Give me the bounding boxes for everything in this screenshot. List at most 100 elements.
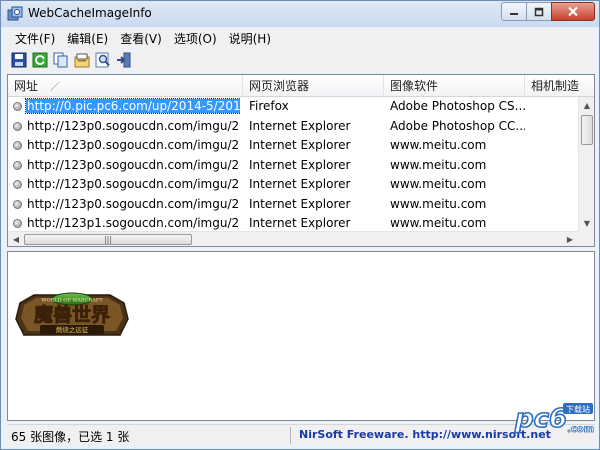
cell-software: www.meitu.com (390, 177, 487, 191)
item-bullet-icon (13, 102, 22, 111)
refresh-icon (32, 52, 48, 68)
item-bullet-icon (13, 160, 22, 170)
menu-options[interactable]: 选项(O) (168, 30, 223, 47)
cell-software: www.meitu.com (390, 216, 487, 230)
cell-browser: Internet Explorer (249, 177, 351, 191)
cell-url: http://123p0.sogoucdn.com/imgu/20... (27, 177, 240, 191)
sort-arrow-icon: ／ (50, 82, 61, 93)
scroll-left-icon[interactable]: ◀ (9, 232, 23, 246)
app-window: WebCacheImageInfo 文件(F) 编辑(E) 查看(V) 选项(O… (0, 0, 600, 450)
column-header-url[interactable]: 网址 ／ (8, 75, 243, 97)
status-bar: 65 张图像，已选 1 张 NirSoft Freeware. http://w… (7, 424, 595, 445)
app-icon (7, 6, 23, 21)
cell-browser: Firefox (249, 99, 289, 113)
pc6-watermark-logo: pc6 下载站 .com (513, 403, 594, 435)
item-bullet-icon (13, 180, 22, 189)
logo-sub-text: 燃烧之远征 (56, 325, 89, 334)
cell-url: http://123p0.sogoucdn.com/imgu/20... (27, 118, 240, 133)
table-row[interactable]: http://123p0.sogoucdn.com/imgu/20... Int… (8, 117, 578, 137)
column-header-software[interactable]: 图像软件 (384, 75, 525, 97)
maximize-button[interactable] (526, 2, 552, 21)
cell-camera (528, 156, 578, 176)
horizontal-scroll-thumb[interactable]: ||| (24, 234, 192, 245)
properties-icon (74, 53, 90, 68)
table-row[interactable]: http://123p0.sogoucdn.com/imgu/20... Int… (8, 156, 578, 176)
item-bullet-icon (13, 121, 22, 131)
cell-url: http://123p1.sogoucdn.com/imgu/20... (27, 216, 240, 230)
scroll-right-icon[interactable]: ▶ (563, 232, 577, 246)
menu-help[interactable]: 说明(H) (223, 30, 277, 47)
refresh-button[interactable] (31, 51, 49, 69)
vertical-scroll-thumb[interactable] (581, 115, 593, 145)
minimize-icon (510, 12, 518, 15)
cell-camera (528, 175, 578, 195)
save-button[interactable] (10, 51, 28, 69)
cell-camera (528, 117, 578, 137)
image-list[interactable]: 网址 ／ 网页浏览器 图像软件 相机制造 http://0.pic.pc6.com… (7, 74, 595, 247)
cell-software: www.meitu.com (390, 157, 487, 172)
menu-view[interactable]: 查看(V) (114, 30, 168, 47)
cell-browser: Internet Explorer (249, 216, 351, 230)
table-row[interactable]: http://0.pic.pc6.com/up/2014-5/2014... F… (8, 97, 578, 117)
item-bullet-icon (13, 219, 22, 228)
find-icon (95, 52, 110, 68)
save-icon (11, 52, 27, 68)
scrollbar-corner (578, 231, 594, 246)
minimize-button[interactable] (501, 2, 527, 21)
watermark-brand-text: pc6 (514, 404, 567, 434)
menu-edit[interactable]: 编辑(E) (61, 30, 114, 47)
cell-software: www.meitu.com (390, 196, 487, 211)
cell-camera (528, 214, 578, 231)
exit-icon (117, 52, 131, 68)
status-count: 65 张图像，已选 1 张 (11, 430, 130, 444)
column-header-url-label: 网址 (14, 79, 39, 93)
table-row[interactable]: http://123p0.sogoucdn.com/imgu/20... Int… (8, 136, 578, 156)
logo-main-text: 魔兽世界 (34, 303, 110, 326)
maximize-icon (534, 7, 544, 16)
cell-url: http://123p0.sogoucdn.com/imgu/20... (27, 157, 240, 172)
title-bar[interactable]: WebCacheImageInfo (1, 1, 599, 27)
cell-url: http://123p0.sogoucdn.com/imgu/20... (27, 196, 240, 211)
menu-bar: 文件(F) 编辑(E) 查看(V) 选项(O) 说明(H) (7, 28, 595, 48)
cell-software: Adobe Photoshop CC... (390, 118, 525, 133)
table-row[interactable]: http://123p1.sogoucdn.com/imgu/20... Int… (8, 214, 578, 231)
table-row[interactable]: http://123p0.sogoucdn.com/imgu/20... Int… (8, 175, 578, 195)
cell-browser: Internet Explorer (249, 138, 351, 152)
watermark-tag-text: 下载站 (566, 404, 590, 414)
cell-url: http://123p0.sogoucdn.com/imgu/20... (27, 138, 240, 152)
copy-button[interactable] (52, 51, 70, 69)
column-header-camera[interactable]: 相机制造 (525, 75, 594, 97)
list-header: 网址 ／ 网页浏览器 图像软件 相机制造 (8, 75, 594, 97)
column-header-browser[interactable]: 网页浏览器 (243, 75, 384, 97)
cell-camera (528, 136, 578, 156)
watermark-domain-text: .com (567, 424, 594, 435)
list-rows: http://0.pic.pc6.com/up/2014-5/2014... F… (8, 97, 578, 231)
vertical-scrollbar[interactable]: ▲ ▼ (578, 97, 594, 231)
cell-camera (528, 97, 578, 117)
exit-button[interactable] (115, 51, 133, 69)
close-icon (568, 6, 578, 17)
cell-url: http://0.pic.pc6.com/up/2014-5/2014... (25, 98, 240, 114)
find-button[interactable] (94, 51, 112, 69)
table-row[interactable]: http://123p0.sogoucdn.com/imgu/20... Int… (8, 195, 578, 215)
cell-software: www.meitu.com (390, 138, 487, 152)
logo-top-text: WORLD OF WARCRAFT (41, 298, 103, 304)
status-divider (290, 427, 291, 444)
world-of-warcraft-logo-image: WORLD OF WARCRAFT 魔兽世界 燃烧之远征 (15, 292, 129, 336)
scroll-up-icon[interactable]: ▲ (580, 98, 594, 112)
horizontal-scrollbar[interactable]: ◀ ||| ▶ (8, 231, 578, 246)
menu-file[interactable]: 文件(F) (9, 30, 61, 47)
cell-browser: Internet Explorer (249, 157, 351, 172)
copy-icon (53, 52, 68, 68)
cell-browser: Internet Explorer (249, 196, 351, 211)
cell-browser: Internet Explorer (249, 118, 351, 133)
scroll-down-icon[interactable]: ▼ (580, 216, 594, 230)
close-button[interactable] (551, 2, 595, 21)
cell-software: Adobe Photoshop CS... (390, 99, 525, 113)
cell-camera (528, 195, 578, 215)
toolbar (7, 49, 595, 71)
window-title: WebCacheImageInfo (28, 6, 152, 20)
item-bullet-icon (13, 141, 22, 150)
properties-button[interactable] (73, 51, 91, 69)
image-preview-pane: WORLD OF WARCRAFT 魔兽世界 燃烧之远征 (7, 251, 595, 421)
